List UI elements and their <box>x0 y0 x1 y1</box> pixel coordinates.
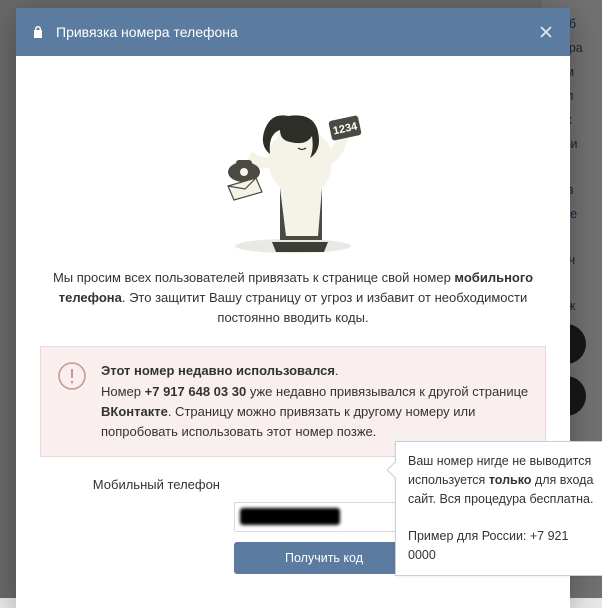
modal-header: Привязка номера телефона <box>16 8 570 56</box>
illustration: 1234 <box>40 74 546 254</box>
tooltip-text: используется <box>408 473 489 487</box>
redacted-value <box>240 508 340 525</box>
warn-title: Этот номер недавно использовался <box>101 363 335 378</box>
warning-icon <box>57 361 87 391</box>
intro-prefix: Мы просим всех пользователей привязать к… <box>53 270 454 285</box>
lock-icon <box>32 25 44 39</box>
phone-hint-tooltip: Ваш номер нигде не выводится используетс… <box>395 441 602 576</box>
tooltip-text: для входа <box>531 473 593 487</box>
tooltip-bold: только <box>489 473 532 487</box>
tooltip-text: Ваш номер нигде не выводится <box>408 454 591 468</box>
phone-label: Мобильный телефон <box>40 477 234 492</box>
warn-number: +7 917 648 03 30 <box>145 384 247 399</box>
warn-brand: ВКонтакте <box>101 404 168 419</box>
intro-text: Мы просим всех пользователей привязать к… <box>40 268 546 328</box>
bind-phone-modal: Привязка номера телефона 1234 <box>16 8 570 608</box>
warning-text: Этот номер недавно использовался. Номер … <box>101 361 529 442</box>
close-button[interactable] <box>538 24 554 40</box>
modal-title: Привязка номера телефона <box>56 24 538 40</box>
intro-suffix: . Это защитит Вашу страницу от угроз и и… <box>122 290 527 325</box>
get-code-button[interactable]: Получить код <box>234 542 414 574</box>
warn-prefix: Номер <box>101 384 145 399</box>
tooltip-text: сайт. Вся процедура бесплатна. <box>408 492 593 506</box>
tooltip-example: Пример для России: +7 921 0000 <box>408 529 568 562</box>
warn-dot: . <box>335 363 339 378</box>
warning-box: Этот номер недавно использовался. Номер … <box>40 346 546 457</box>
warn-mid: уже недавно привязывался к другой страни… <box>246 384 528 399</box>
